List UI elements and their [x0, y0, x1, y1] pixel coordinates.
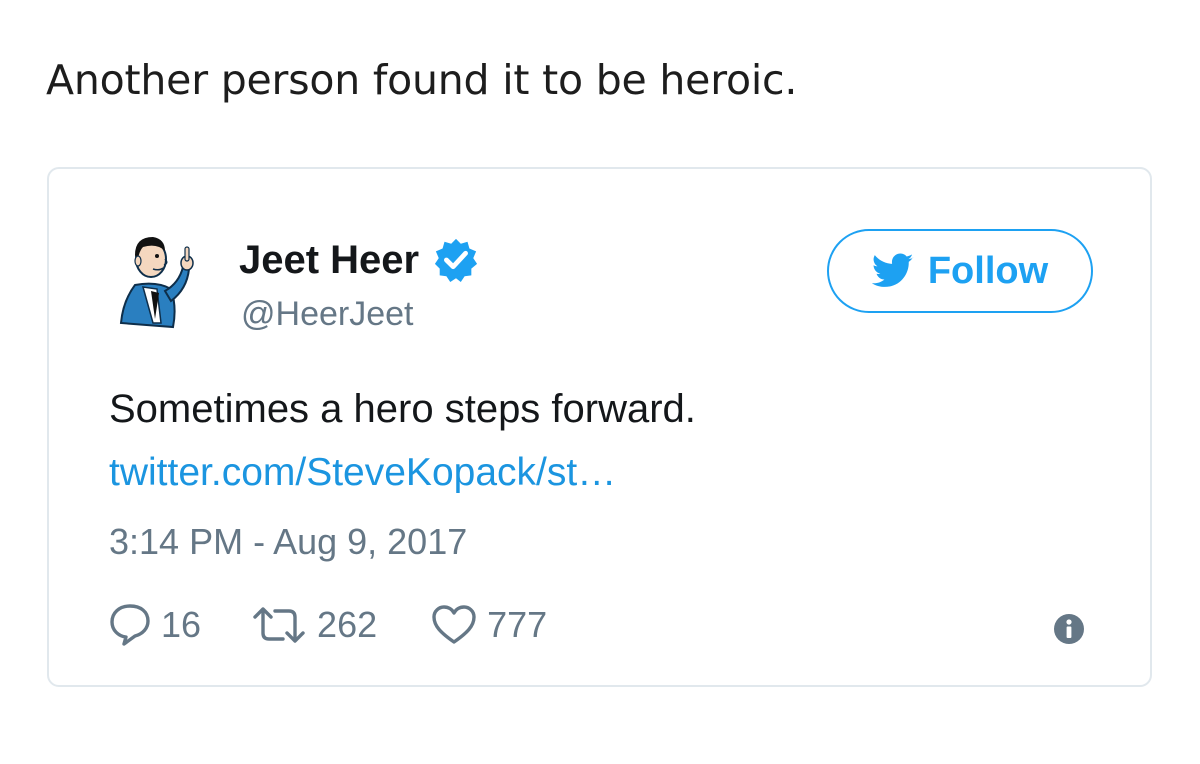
twitter-bird-icon	[871, 253, 914, 287]
reply-button[interactable]: 16	[109, 603, 201, 647]
reply-count: 16	[161, 604, 202, 645]
tweet-text: Sometimes a hero steps forward.	[109, 387, 696, 431]
follow-button-label: Follow	[927, 249, 1049, 292]
tweet-link[interactable]: twitter.com/SteveKopack/st…	[109, 451, 616, 495]
like-count: 777	[487, 604, 548, 645]
retweet-button[interactable]: 262	[251, 604, 377, 646]
verified-badge-icon	[435, 238, 478, 283]
avatar[interactable]	[113, 223, 213, 333]
follow-button[interactable]: Follow	[827, 229, 1093, 313]
tweet-actions: 16 262 777	[109, 601, 547, 649]
heart-icon	[432, 605, 476, 644]
info-icon[interactable]	[1053, 613, 1085, 645]
tweet-timestamp[interactable]: 3:14 PM - Aug 9, 2017	[109, 521, 467, 563]
author-display-name[interactable]: Jeet Heer	[239, 238, 419, 283]
retweet-arrows-icon	[253, 607, 305, 643]
caption-text: Another person found it to be heroic.	[46, 56, 798, 104]
retweet-count: 262	[317, 604, 378, 645]
author-name-row[interactable]: Jeet Heer	[239, 237, 479, 283]
like-button[interactable]: 777	[431, 604, 547, 646]
author-handle[interactable]: @HeerJeet	[241, 295, 413, 334]
embedded-tweet-card[interactable]: Jeet Heer @HeerJeet Follow Sometimes a h…	[47, 167, 1152, 687]
speech-bubble-icon	[110, 604, 150, 646]
